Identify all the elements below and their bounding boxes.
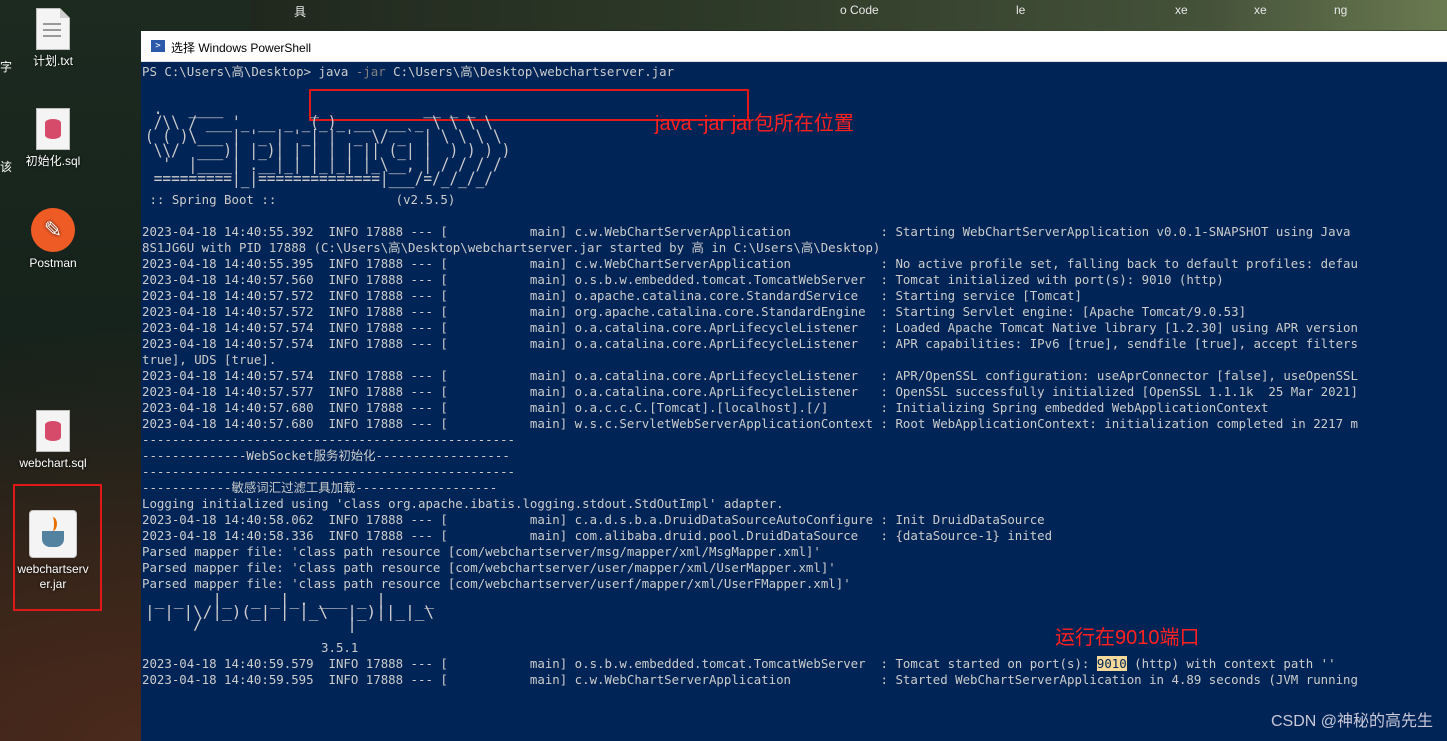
console-output[interactable]: PS C:\Users\高\Desktop> java -jar C:\User… [141,62,1447,741]
window-titlebar[interactable]: > 选择 Windows PowerShell [141,31,1447,62]
log-line: 2023-04-18 14:40:57.574 INFO 17888 --- [… [142,320,1358,335]
powershell-window[interactable]: > 选择 Windows PowerShell PS C:\Users\高\De… [141,31,1447,741]
log-line: 8S1JG6U with PID 17888 (C:\Users\高\Deskt… [142,240,881,255]
top-shortcut-label[interactable]: le [1016,3,1025,17]
log-line: Parsed mapper file: 'class path resource… [142,544,821,559]
command-java: java [318,64,349,79]
annotation-port-note: 运行在9010端口 [1055,627,1200,649]
command-path: C:\Users\高\Desktop\webchartserver.jar [385,64,675,79]
log-line: --------------WebSocket服务初始化------------… [142,448,510,463]
desktop-icon-init-sql[interactable]: 初始化.sql [13,108,93,169]
desktop-icon-plan-txt[interactable]: 计划.txt [13,8,93,69]
cut-off-label: 该 [0,160,13,174]
desktop-icon-label: 计划.txt [32,54,73,68]
log-line: ----------------------------------------… [142,464,515,479]
cut-off-label: 字 [0,60,13,74]
log-line: 2023-04-18 14:40:57.572 INFO 17888 --- [… [142,304,1247,319]
database-file-icon [36,410,70,452]
log-line: 2023-04-18 14:40:57.560 INFO 17888 --- [… [142,272,1224,287]
spring-version-line: :: Spring Boot :: (v2.5.5) [142,192,456,207]
log-line-app-started: 2023-04-18 14:40:59.595 INFO 17888 --- [… [142,672,1358,687]
desktop-icon-label: webchart.sql [19,456,87,470]
desktop-icon-label: Postman [29,256,77,270]
log-line-tomcat-started: 2023-04-18 14:40:59.579 INFO 17888 --- [… [142,656,1336,671]
postman-icon: ✎ [31,208,75,252]
log-line: true], UDS [true]. [142,352,277,367]
prompt: PS C:\Users\高\Desktop> [142,64,319,79]
log-line: 2023-04-18 14:40:57.680 INFO 17888 --- [… [142,416,1358,431]
highlight-box-jar [13,484,102,611]
log-line: Parsed mapper file: 'class path resource… [142,560,836,575]
log-line: 2023-04-18 14:40:58.062 INFO 17888 --- [… [142,512,1045,527]
log-line: ----------------------------------------… [142,432,515,447]
annotation-command-note: java -jar jar包所在位置 [655,113,854,135]
log-line: ------------敏感词汇过滤工具加载------------------… [142,480,498,495]
command-line: PS C:\Users\高\Desktop> java -jar C:\User… [142,64,674,80]
desktop-icon-postman[interactable]: ✎ Postman [13,208,93,271]
log-line: Logging initialized using 'class org.apa… [142,496,784,511]
database-file-icon [36,108,70,150]
csdn-watermark: CSDN @神秘的高先生 [1270,713,1433,730]
command-flag: -jar [348,64,386,79]
top-shortcut-label[interactable]: o Code [840,3,879,17]
log-line: 2023-04-18 14:40:57.574 INFO 17888 --- [… [142,336,1358,351]
mybatis-plus-ascii-banner: _ _ |_ _ _|_. ___ _ | _ | | |\/|_)(_| | … [145,590,434,633]
log-line: 2023-04-18 14:40:57.577 INFO 17888 --- [… [142,384,1358,399]
desktop-icon-label: 初始化.sql [25,154,81,168]
log-line: 2023-04-18 14:40:57.574 INFO 17888 --- [… [142,368,1358,383]
log-line: 2023-04-18 14:40:55.395 INFO 17888 --- [… [142,256,1358,271]
window-title: 选择 Windows PowerShell [171,41,312,55]
port-highlight: 9010 [1096,656,1127,671]
mybatis-version-line: 3.5.1 [142,640,359,655]
text-file-icon [36,8,70,50]
log-line: 2023-04-18 14:40:57.572 INFO 17888 --- [… [142,288,1082,303]
log-line: 2023-04-18 14:40:57.680 INFO 17888 --- [… [142,400,1269,415]
top-shortcut-label[interactable]: xe [1175,3,1188,17]
log-line: 2023-04-18 14:40:58.336 INFO 17888 --- [… [142,528,1053,543]
spring-ascii-banner: . ____ _ __ _ _ /\\ / ___'_ __ _ _(_)_ _… [145,99,511,189]
top-shortcut-label[interactable]: ng [1334,3,1347,17]
log-line: 2023-04-18 14:40:55.392 INFO 17888 --- [… [142,224,1351,239]
top-shortcut-label[interactable]: xe [1254,3,1267,17]
top-shortcut-label[interactable]: 具 [294,3,306,20]
powershell-icon: > [151,40,165,52]
desktop-icon-webchart-sql[interactable]: webchart.sql [13,410,93,471]
